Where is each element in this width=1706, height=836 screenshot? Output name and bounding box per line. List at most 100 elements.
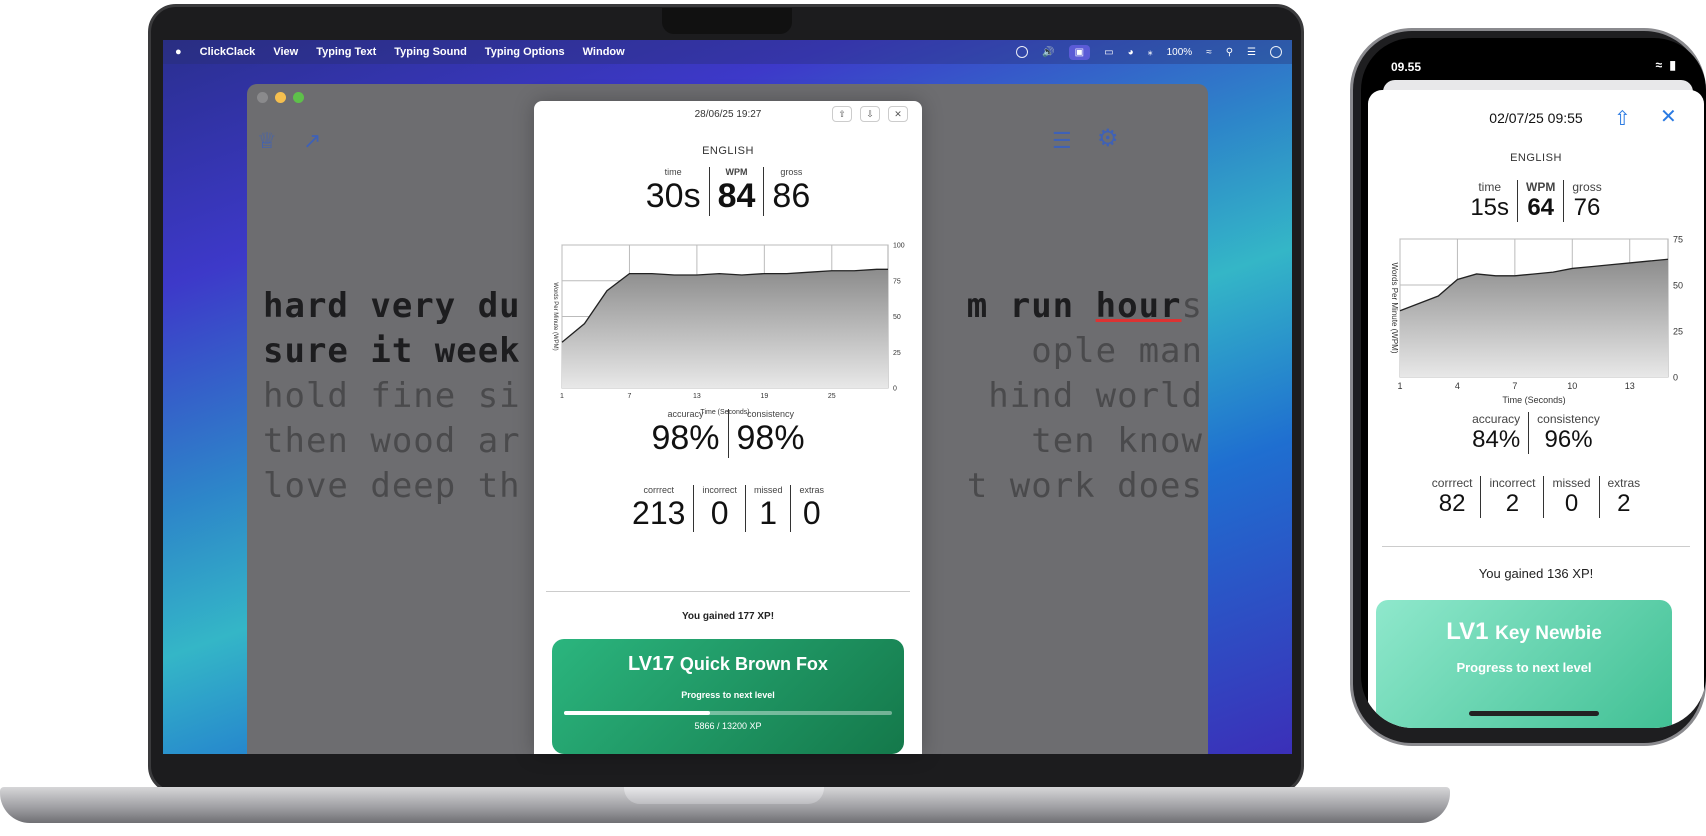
incorrect-label: incorrect [1489,476,1536,490]
volume-icon[interactable]: 🔊 [1042,47,1054,58]
level-progress-fill [564,711,710,715]
extras-value: 2 [1617,490,1631,517]
mac-result-modal: 28/06/25 19:27 ⇧ ⇩ ✕ ENGLISH time 30s WP… [534,101,922,754]
extras-label: extras [799,485,824,495]
x-tick-label: 19 [760,393,768,400]
correct-stat: corrrect 82 [1424,476,1481,518]
laptop-opening-groove [624,787,824,804]
x-tick-label: 4 [1455,381,1460,391]
siri-icon[interactable] [1270,46,1282,58]
consistency-label: consistency [747,409,795,419]
consistency-value: 98% [736,419,805,457]
share-icon[interactable]: ⇧ [1614,106,1631,131]
apple-icon[interactable]: ● [175,46,182,58]
phone-screen: 09.55 ≈ ▮ 02/07/25 09:55 ⇧ ✕ ENGLISH tim… [1361,38,1706,728]
play-icon[interactable] [1016,46,1029,58]
wpm-chart: 1 4 7 10 13 0 25 50 75 Time (Seconds) Words Per Mi… [1390,235,1683,405]
zoom-window-button[interactable] [293,92,304,103]
stats-chart-icon[interactable]: ↗ [303,130,321,152]
correct-stat: corrrect 213 [624,485,693,532]
extras-stat: extras 2 [1598,476,1649,518]
level-title: LV1 Key Newbie [1376,618,1672,646]
wpm-chart: 1 7 13 19 250255075100Time (Seconds)Words Pe… [552,243,905,417]
y-tick-label: 75 [1673,235,1683,245]
close-icon[interactable]: ✕ [1660,104,1677,129]
time-value: 30s [645,177,701,215]
y-tick-label: 25 [1673,327,1683,337]
missed-value: 0 [1564,490,1579,517]
marketing-composite: ● ClickClack View Typing Text Typing Sou… [0,0,1706,836]
incorrect-label: incorrect [702,485,737,495]
screen-mirror-icon[interactable]: ▣ [1068,44,1091,60]
accuracy-label: accuracy [1472,412,1521,426]
control-center-icon[interactable]: ☰ [1247,47,1256,58]
menu-typing-options[interactable]: Typing Options [485,46,565,58]
correct-value: 82 [1438,490,1466,517]
battery-text[interactable]: 100% [1167,47,1193,58]
y-tick-label: 50 [893,314,901,321]
level-title: LV17 Quick Brown Fox [552,653,904,676]
level-name: Key Newbie [1495,623,1602,644]
speed-stats: time 15s WPM 64 gross 76 [1368,180,1704,222]
dynamic-island [1449,46,1589,76]
missed-stat: missed 1 [744,485,791,532]
missed-label: missed [753,485,783,495]
gross-label: gross [1572,180,1602,194]
result-timestamp: 02/07/25 09:55 [1489,110,1583,126]
spotlight-icon[interactable]: ⚲ [1226,47,1233,58]
wifi-icon[interactable]: ≈ [1206,47,1212,58]
consistency-stat: consistency 98% [727,409,813,458]
gross-value: 76 [1573,194,1601,221]
share-icon[interactable]: ⇧ [832,106,852,122]
menu-typing-sound[interactable]: Typing Sound [394,46,467,58]
correct-label: corrrect [643,485,674,495]
minimize-window-button[interactable] [275,92,286,103]
menu-window[interactable]: Window [583,46,625,58]
missed-label: missed [1552,476,1591,490]
y-tick-label: 75 [893,278,901,285]
wpm-area [1400,259,1668,377]
progress-xp-text: 5866 / 13200 XP [694,721,762,731]
accuracy-stats: accuracy 98% consistency 98% [534,409,922,458]
y-tick-label: 25 [893,350,901,357]
close-icon[interactable]: ✕ [888,106,908,122]
x-tick-label: 13 [693,393,701,400]
settings-gear-icon[interactable]: ⚙ [1097,127,1119,151]
x-tick-label: 10 [1567,381,1577,391]
extras-label: extras [1607,476,1641,490]
x-tick-label: 7 [627,393,631,400]
menubar-app-name[interactable]: ClickClack [200,46,256,58]
pending-text: hind world [988,376,1203,416]
extras-value: 0 [802,495,821,531]
accuracy-stats: accuracy 84% consistency 96% [1368,412,1704,454]
home-indicator[interactable] [1469,711,1599,716]
time-stat: time 30s [638,167,709,216]
menu-view[interactable]: View [273,46,298,58]
accuracy-stat: accuracy 98% [643,409,727,458]
level-number: LV1 [1446,618,1489,645]
correct-label: corrrect [1431,476,1473,490]
menu-typing-text[interactable]: Typing Text [316,46,376,58]
pending-text: ople man [1031,331,1203,371]
wpm-value: 64 [1527,194,1555,221]
correct-value: 213 [632,495,686,531]
divider [1382,546,1690,547]
pending-text: t work does [966,466,1203,506]
wpm-stat: WPM 84 [708,167,764,216]
save-icon[interactable]: ⇩ [860,106,880,122]
pending-text: then wood ar [263,421,521,461]
time-stat: time 15s [1462,180,1517,222]
airdrop-icon[interactable]: ◕ [1128,47,1134,58]
display-icon[interactable]: ▭ [1104,47,1113,58]
bluetooth-icon[interactable]: ⁎ [1148,47,1153,58]
laptop-camera-notch [662,8,792,34]
consistency-stat: consistency 96% [1528,412,1608,454]
xp-gained-text: You gained 136 XP! [1478,566,1594,581]
trophy-icon[interactable]: ♕ [257,130,277,152]
sliders-icon[interactable]: ☰ [1052,130,1072,152]
typing-line-1-right: m run hours [967,284,1203,329]
close-window-button[interactable] [257,92,268,103]
accuracy-value: 98% [651,419,720,457]
x-tick-label: 1 [560,393,564,400]
mac-menubar: ● ClickClack View Typing Text Typing Sou… [163,40,1292,64]
